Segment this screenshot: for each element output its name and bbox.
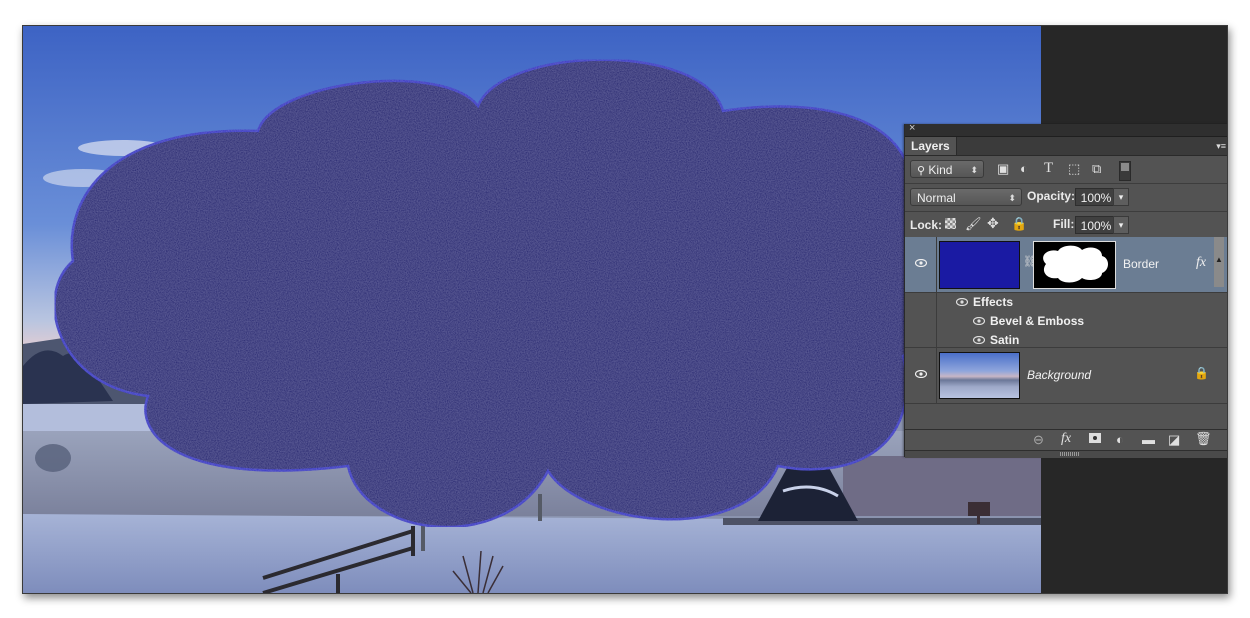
layers-footer: ⊖ fx ◐ ▬ ◪ 🗑 <box>905 429 1227 450</box>
close-panel-icon[interactable]: × <box>909 122 915 134</box>
layer-thumbnail-background[interactable] <box>939 352 1020 399</box>
fill-slider-button[interactable]: ▾ <box>1113 216 1129 234</box>
layer-effects-group: Effects Bevel & Emboss Satin <box>905 292 1227 348</box>
eye-icon[interactable] <box>956 298 968 306</box>
type-filter-icon[interactable]: T <box>1044 160 1053 177</box>
eye-icon[interactable] <box>973 336 985 344</box>
layer-mask-thumbnail[interactable] <box>1033 241 1116 289</box>
effect-satin[interactable]: Satin <box>990 333 1019 347</box>
opacity-slider-button[interactable]: ▾ <box>1113 188 1129 206</box>
document-canvas[interactable] <box>23 26 1041 593</box>
select-arrows-icon: ⬍ <box>970 165 978 175</box>
layer-thumbnail-border[interactable] <box>939 241 1020 289</box>
new-layer-button[interactable]: ◪ <box>1168 432 1180 448</box>
eye-icon[interactable] <box>973 317 985 325</box>
snow-ground <box>23 514 1041 593</box>
select-arrows-icon: ⬍ <box>1008 193 1016 203</box>
blend-mode-select[interactable]: Normal ⬍ <box>910 188 1022 206</box>
visibility-toggle[interactable] <box>905 348 937 403</box>
fill-input[interactable]: 100% <box>1075 216 1117 234</box>
filter-row: ⚲ Kind ⬍ ▣ ◐ T ⬚ ⧉ <box>905 156 1227 184</box>
smart-object-filter-icon[interactable]: ⧉ <box>1092 161 1101 177</box>
cloud-mask-icon <box>1043 245 1108 283</box>
effects-eye-column <box>905 292 937 347</box>
layers-list: ⛓ Border fx ▲ Effects Bevel & Emboss Sat… <box>905 237 1227 429</box>
effect-bevel-emboss[interactable]: Bevel & Emboss <box>990 314 1084 328</box>
lock-label: Lock: <box>910 218 943 232</box>
blend-row: Normal ⬍ Opacity: 100% ▾ <box>905 184 1227 212</box>
sign <box>968 502 990 516</box>
new-group-button[interactable]: ▬ <box>1142 432 1155 447</box>
layer-name-background[interactable]: Background <box>1027 368 1091 382</box>
fill-label: Fill: <box>1053 217 1075 231</box>
layers-panel: × Layers ▾≡ ⚲ Kind ⬍ ▣ ◐ T ⬚ ⧉ Normal ⬍ … <box>904 122 1227 458</box>
image-filter-icon[interactable]: ▣ <box>997 161 1009 177</box>
add-layer-style-button[interactable]: fx <box>1061 431 1071 447</box>
link-layers-button[interactable]: ⊖ <box>1033 432 1044 448</box>
panel-tabbar: Layers ▾≡ <box>905 137 1227 156</box>
effects-label[interactable]: Effects <box>973 295 1013 309</box>
fx-indicator-icon[interactable]: fx <box>1196 255 1206 271</box>
layer-name-border[interactable]: Border <box>1123 257 1159 271</box>
blend-mode-value: Normal <box>917 191 956 205</box>
delete-layer-button[interactable]: 🗑 <box>1195 431 1212 447</box>
filter-kind-label: Kind <box>928 163 953 177</box>
scroll-up-icon[interactable]: ▲ <box>1215 255 1223 264</box>
add-mask-button[interactable] <box>1089 433 1101 443</box>
lock-row: Lock: 🖌 ✥ 🔒 Fill: 100% ▾ <box>905 212 1227 240</box>
sign-post <box>977 516 980 524</box>
filter-kind-select[interactable]: ⚲ Kind ⬍ <box>910 160 984 178</box>
panel-resize-grip[interactable] <box>905 450 1227 458</box>
adjustment-filter-icon[interactable]: ◐ <box>1020 161 1028 176</box>
new-adjustment-layer-button[interactable]: ◐ <box>1116 432 1124 447</box>
far-shore <box>843 456 1041 516</box>
lock-transparent-pixels-icon[interactable] <box>945 218 956 229</box>
lock-position-icon[interactable]: ✥ <box>987 215 999 232</box>
photoshop-window: × Layers ▾≡ ⚲ Kind ⬍ ▣ ◐ T ⬚ ⧉ Normal ⬍ … <box>22 25 1228 594</box>
opacity-label: Opacity: <box>1027 189 1076 203</box>
eye-icon <box>915 259 927 267</box>
lock-image-pixels-icon[interactable]: 🖌 <box>965 216 982 232</box>
visibility-toggle[interactable] <box>905 237 937 292</box>
search-icon: ⚲ <box>917 165 926 177</box>
tree-reflection <box>35 444 71 472</box>
opacity-input[interactable]: 100% <box>1075 188 1117 206</box>
layer-row-border[interactable]: ⛓ Border fx ▲ <box>905 237 1227 293</box>
layers-scrollbar[interactable]: ▲ <box>1214 237 1224 287</box>
shape-filter-icon[interactable]: ⬚ <box>1068 161 1080 177</box>
panel-menu-icon[interactable]: ▾≡ <box>1216 141 1226 152</box>
canvas-artwork <box>23 26 1041 593</box>
lock-all-icon[interactable]: 🔒 <box>1011 216 1027 232</box>
panel-titlebar[interactable]: × <box>905 122 1227 137</box>
tab-layers[interactable]: Layers <box>905 137 957 155</box>
eye-icon <box>915 370 927 378</box>
layer-row-background[interactable]: Background 🔒 <box>905 348 1227 404</box>
filter-toggle-switch[interactable] <box>1119 161 1131 181</box>
layer-lock-icon[interactable]: 🔒 <box>1194 366 1209 380</box>
